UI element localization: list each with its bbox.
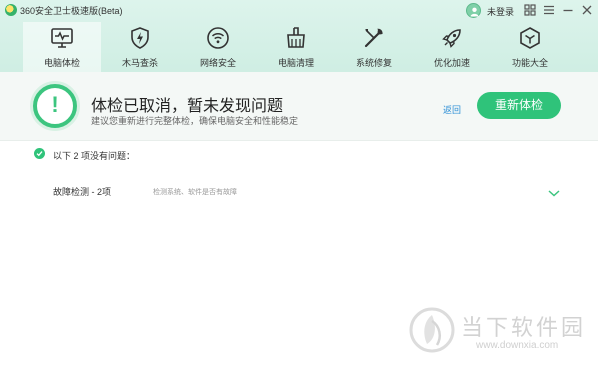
user-avatar-icon[interactable] (466, 3, 481, 18)
nav-label: 系统修复 (355, 58, 392, 68)
status-subtitle: 建议您重新进行完整体检，确保电脑安全和性能稳定 (91, 116, 299, 126)
list-item[interactable]: 故障检测 - 2项 检测系统、软件是否有故障 (0, 180, 598, 202)
nav-item-network-security[interactable]: 网络安全 (179, 22, 257, 72)
login-link[interactable]: 未登录 (487, 5, 514, 18)
watermark-url: www.downxia.com (476, 340, 559, 351)
nav-item-system-repair[interactable]: 系统修复 (335, 22, 413, 72)
status-panel: ! 体检已取消，暂未发现问题 建议您重新进行完整体检，确保电脑安全和性能稳定 返… (0, 72, 598, 141)
chevron-down-icon[interactable] (547, 185, 561, 197)
item-description: 检测系统、软件是否有故障 (153, 189, 237, 196)
broom-icon (284, 26, 308, 50)
nav-item-optimize[interactable]: 优化加速 (413, 22, 491, 72)
watermark-logo-icon (409, 307, 455, 353)
nav-label: 功能大全 (511, 58, 548, 68)
nav-label: 电脑清理 (277, 58, 314, 68)
status-title: 体检已取消，暂未发现问题 (91, 98, 284, 115)
nav-label: 木马查杀 (121, 58, 158, 68)
item-name: 故障检测 - 2项 (53, 187, 112, 197)
title-bar: 360安全卫士极速版(Beta) 未登录 (0, 0, 598, 22)
nav-item-trojan-scan[interactable]: 木马查杀 (101, 22, 179, 72)
skin-icon[interactable] (522, 2, 538, 18)
monitor-icon (50, 26, 74, 50)
minimize-icon[interactable] (560, 2, 576, 18)
wrench-icon (362, 26, 386, 50)
nav-item-checkup[interactable]: 电脑体检 (23, 22, 101, 72)
shield-bolt-icon (128, 26, 152, 50)
close-icon[interactable] (579, 2, 595, 18)
nav-label: 优化加速 (433, 58, 470, 68)
watermark-text: 当下软件园 (461, 315, 587, 340)
header: 360安全卫士极速版(Beta) 未登录 电脑体检 木马查杀 网络安全 电脑清理… (0, 0, 598, 72)
nav-item-cleanup[interactable]: 电脑清理 (257, 22, 335, 72)
menu-icon[interactable] (541, 2, 557, 18)
summary-text: 以下 2 项没有问题： (53, 151, 136, 161)
cube-icon (518, 26, 542, 50)
check-circle-icon (34, 148, 45, 159)
warning-icon: ! (33, 84, 77, 128)
warning-mark: ! (51, 92, 59, 117)
rocket-icon (440, 26, 464, 50)
nav-item-all-features[interactable]: 功能大全 (491, 22, 569, 72)
nav-label: 电脑体检 (43, 58, 80, 68)
recheck-button[interactable]: 重新体检 (477, 92, 561, 119)
summary-row: 以下 2 项没有问题： (0, 147, 598, 163)
main-nav: 电脑体检 木马查杀 网络安全 电脑清理 系统修复 优化加速 功能大全 (0, 22, 598, 72)
nav-label: 网络安全 (199, 58, 236, 68)
window-title: 360安全卫士极速版(Beta) (20, 6, 123, 16)
return-link[interactable]: 返回 (443, 103, 461, 116)
wifi-icon (206, 26, 230, 50)
app-logo-icon (5, 4, 17, 16)
